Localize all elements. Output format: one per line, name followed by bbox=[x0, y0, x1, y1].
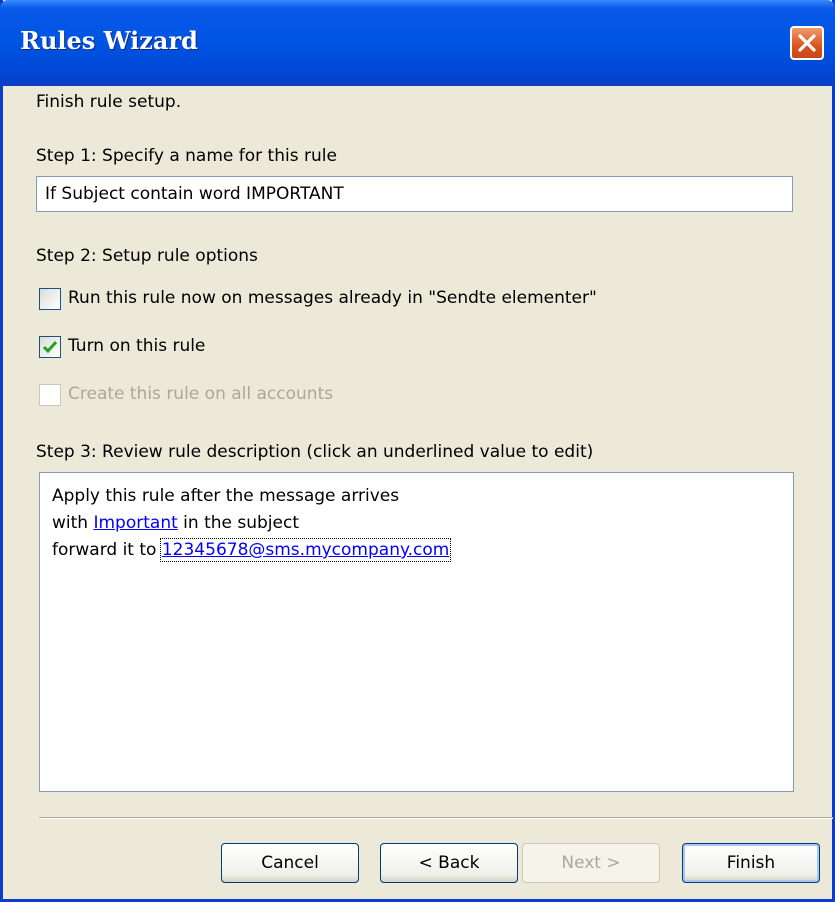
next-button: Next > bbox=[522, 843, 660, 883]
rules-wizard-window: Rules Wizard Finish rule setup. Step 1: … bbox=[0, 0, 835, 902]
description-line-3: forward it to 12345678@sms.mycompany.com bbox=[52, 537, 781, 564]
description-line-1: Apply this rule after the message arrive… bbox=[52, 486, 400, 506]
all-accounts-checkbox bbox=[39, 384, 61, 406]
turn-on-rule-label[interactable]: Turn on this rule bbox=[68, 336, 205, 356]
description-line-2: with Important in the subject bbox=[52, 510, 781, 537]
rule-name-input[interactable] bbox=[36, 176, 793, 212]
description-line-2-prefix: with bbox=[52, 513, 94, 533]
run-now-label[interactable]: Run this rule now on messages already in… bbox=[68, 288, 597, 308]
intro-text: Finish rule setup. bbox=[36, 92, 182, 112]
close-icon bbox=[798, 34, 816, 52]
step1-label: Step 1: Specify a name for this rule bbox=[36, 146, 337, 166]
separator bbox=[39, 817, 833, 819]
description-line-2-suffix: in the subject bbox=[177, 513, 299, 533]
title-bar[interactable]: Rules Wizard bbox=[0, 0, 835, 86]
checkmark-icon bbox=[42, 341, 58, 354]
subject-keyword-link[interactable]: Important bbox=[93, 513, 177, 533]
all-accounts-label: Create this rule on all accounts bbox=[68, 384, 334, 404]
back-button[interactable]: < Back bbox=[380, 843, 518, 883]
step3-label: Step 3: Review rule description (click a… bbox=[36, 442, 594, 462]
run-now-checkbox[interactable] bbox=[39, 288, 61, 310]
turn-on-rule-checkbox[interactable] bbox=[39, 336, 61, 358]
step2-label: Step 2: Setup rule options bbox=[36, 246, 258, 266]
finish-button[interactable]: Finish bbox=[682, 843, 820, 883]
cancel-button[interactable]: Cancel bbox=[221, 843, 359, 883]
window-title: Rules Wizard bbox=[20, 26, 198, 55]
close-button[interactable] bbox=[790, 26, 824, 60]
forward-address-link[interactable]: 12345678@sms.mycompany.com bbox=[159, 538, 452, 562]
description-line-3-prefix: forward it to bbox=[52, 540, 162, 560]
rule-description-box: Apply this rule after the message arrive… bbox=[39, 472, 794, 792]
